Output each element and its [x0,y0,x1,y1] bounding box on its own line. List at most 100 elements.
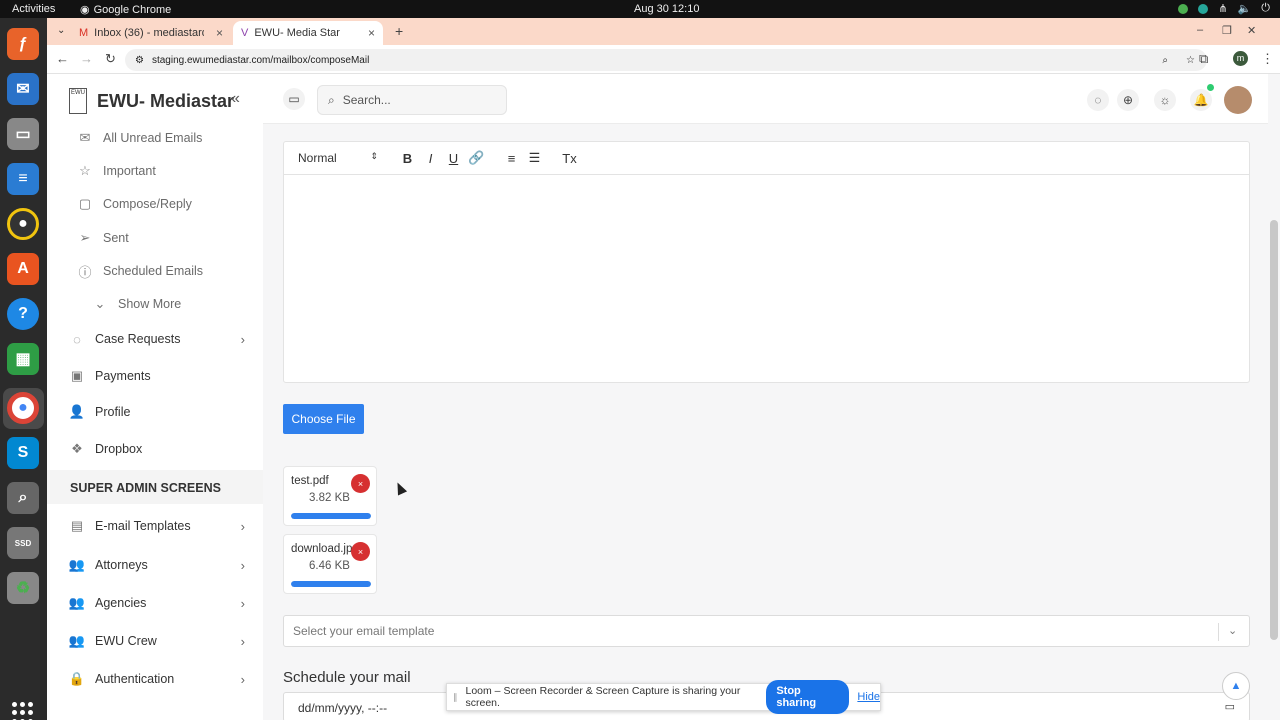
underline-button[interactable]: U [442,151,465,166]
drag-handle-icon[interactable]: ∥ [453,692,458,703]
show-apps-icon[interactable] [12,702,34,720]
email-template-select[interactable]: Select your email template ⌄ [283,615,1250,647]
brand-logo: EWU [69,88,87,114]
files-icon[interactable]: ▭ [7,118,39,150]
remove-file-button[interactable]: × [351,474,370,493]
app-menu[interactable]: ◉ Google Chrome [80,3,172,17]
trash-icon[interactable]: ♻ [7,572,39,604]
bell-icon[interactable]: 🔔 [1190,89,1212,111]
close-tab-icon[interactable]: × [216,26,223,40]
chrome-dock-icon[interactable]: ● [7,392,39,424]
sidebar-item-attorneys[interactable]: 👥 Attorneys › [69,557,245,573]
clear-format-button[interactable]: Tx [558,151,581,166]
stop-sharing-button[interactable]: Stop sharing [766,680,850,714]
sidebar-item-profile[interactable]: 👤 Profile [69,404,245,420]
choose-file-button[interactable]: Choose File [283,404,364,434]
sidebar-item-authentication[interactable]: 🔒 Authentication › [69,671,245,687]
sidebar-item-important[interactable]: ☆ Important [77,163,156,179]
sidebar-item-compose[interactable]: ▢ Compose/Reply [77,196,192,212]
profile-avatar[interactable]: m [1233,51,1248,66]
lock-icon: 🔒 [68,671,86,686]
calc-icon[interactable]: ▦ [7,343,39,375]
vite-icon: V [241,27,249,39]
sidebar-item-email-templates[interactable]: ▤ E-mail Templates › [69,518,245,534]
tab-ewu-media-star[interactable]: V EWU- Media Star × [233,21,383,45]
bullet-list-button[interactable]: ☰ [523,150,546,166]
chevron-right-icon: › [240,557,245,573]
sidebar-item-all-unread[interactable]: ✉ All Unread Emails [77,130,203,146]
hide-button[interactable]: Hide [857,691,880,703]
disk-icon[interactable]: SSD [7,527,39,559]
zoom-icon[interactable]: ⌕ [1162,55,1168,66]
ordered-list-button[interactable]: ≡ [500,151,523,166]
software-icon[interactable]: A [7,253,39,285]
italic-button[interactable]: I [419,151,442,166]
sidebar-item-ewu-crew[interactable]: 👥 EWU Crew › [69,633,245,649]
search-tool-icon[interactable]: ⌕ [7,482,39,514]
link-button[interactable]: 🔗 [465,150,488,166]
sidebar-item-scheduled[interactable]: ⓘ Scheduled Emails [77,263,203,280]
notification-dot [1207,84,1214,91]
close-window-icon[interactable]: ✕ [1247,24,1256,37]
back-icon[interactable]: ← [56,51,69,66]
site-info-icon[interactable]: ⚙ [135,55,144,66]
app-name: Google Chrome [93,3,172,16]
sidebar-item-label: EWU Crew [95,634,157,648]
bold-button[interactable]: B [396,151,419,166]
minimize-icon[interactable]: – [1197,24,1203,36]
chrome-menu-icon[interactable]: ⋮ [1261,51,1274,67]
file-card: test.pdf 3.82 KB × [283,466,377,526]
circle-check-icon: ◌ [73,331,81,347]
collapse-sidebar-icon[interactable]: « [231,90,240,108]
sidebar-item-label: All Unread Emails [103,131,203,145]
sidebar-item-agencies[interactable]: 👥 Agencies › [69,595,245,611]
chat-icon[interactable]: ◌ [1087,89,1109,111]
clock[interactable]: Aug 30 12:10 [634,3,699,15]
close-tab-icon[interactable]: × [368,26,375,40]
template-icon: ▤ [70,518,84,533]
maximize-icon[interactable]: ❐ [1222,24,1232,37]
calendar-icon[interactable]: ▭ [283,88,305,110]
search-box[interactable]: ⌕ Search... [317,85,507,115]
sidebar-item-sent[interactable]: ➢ Sent [77,230,129,246]
calendar-picker-icon[interactable]: ▭ [1225,700,1235,713]
sidebar-item-label: Payments [95,369,151,383]
firefox-icon[interactable]: ƒ [7,28,39,60]
new-tab-icon[interactable]: + [395,23,403,39]
page-scrollbar[interactable] [1270,220,1278,640]
system-tray[interactable]: ⋔ 🔈 ⏻ [1178,2,1270,15]
tab-inbox[interactable]: M Inbox (36) - mediastarde × [71,21,231,45]
sidebar-item-case-requests[interactable]: ◌ Case Requests › [69,331,245,347]
theme-toggle-icon[interactable]: ☼ [1154,89,1176,111]
editor-body[interactable] [284,175,1249,382]
add-circle-icon[interactable]: ⊕ [1117,89,1139,111]
forward-icon[interactable]: → [80,51,93,66]
scroll-to-top-button[interactable]: ▲ [1222,672,1250,700]
writer-icon[interactable]: ≡ [7,163,39,195]
sidebar-item-dropbox[interactable]: ❖ Dropbox [69,441,245,457]
show-more-toggle[interactable]: ⌄ Show More [92,296,182,312]
address-bar[interactable]: ⚙ staging.ewumediastar.com/mailbox/compo… [125,49,1207,71]
sidebar-item-label: Important [103,164,156,178]
extensions-icon[interactable]: ⧉ [1199,51,1208,67]
system-top-bar: Activities ◉ Google Chrome Aug 30 12:10 ⋔… [0,0,1280,18]
reload-icon[interactable]: ↻ [105,51,116,67]
thunderbird-icon[interactable]: ✉ [7,73,39,105]
tab-search-icon[interactable]: ⌄ [57,25,65,36]
activities-button[interactable]: Activities [12,3,55,15]
format-select[interactable]: Normal ⇕ [298,151,378,165]
rhythmbox-icon[interactable]: ● [7,208,39,240]
skype-icon[interactable]: S [7,437,39,469]
remove-file-button[interactable]: × [351,542,370,561]
bookmark-star-icon[interactable]: ☆ [1186,55,1195,66]
brand[interactable]: EWU EWU- Mediastar [69,88,234,114]
power-icon: ⏻ [1261,2,1270,14]
sidebar-item-label: Attorneys [95,558,148,572]
format-select-value: Normal [298,151,337,165]
upload-progress-fill [291,581,371,587]
sidebar-item-payments[interactable]: ▣ Payments [69,368,245,384]
browser-toolbar: ← → ↻ ⚙ staging.ewumediastar.com/mailbox… [47,45,1280,74]
help-icon[interactable]: ? [7,298,39,330]
user-avatar[interactable] [1224,86,1252,114]
search-input[interactable]: Search... [343,93,391,107]
